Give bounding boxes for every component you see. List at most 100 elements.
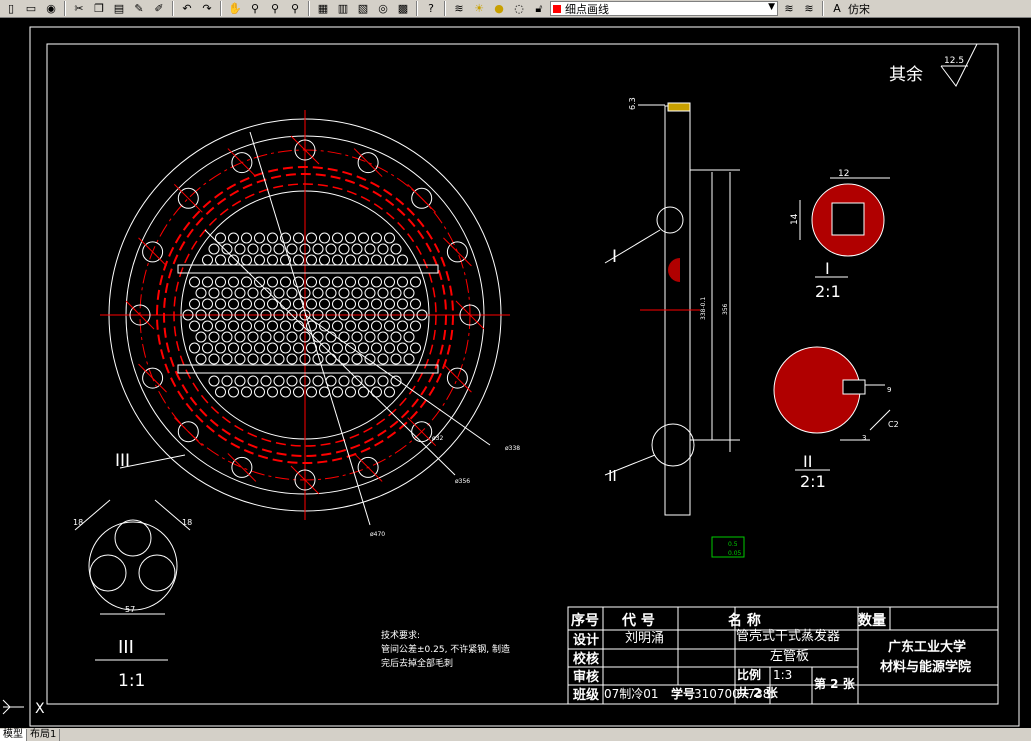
tube-hole [351, 375, 363, 387]
dim-c2-leader [869, 409, 891, 431]
tab-layout1[interactable]: 布局1 [27, 728, 61, 741]
tube-hole [254, 386, 265, 398]
layer-manager-icon[interactable]: ≋ [450, 1, 468, 17]
tube-hole [384, 232, 395, 244]
lock-icon[interactable]: 🔓︎ [530, 1, 548, 17]
undo-icon[interactable]: ↶ [178, 1, 196, 17]
bulb-icon[interactable]: ☀ [470, 1, 488, 17]
tube-sheet-front-view [100, 110, 510, 526]
drawing-canvas[interactable]: 其余 12.5 ø470 ø338 ø356 ø32 III 57 18 18 … [0, 18, 1031, 728]
tube-hole [358, 276, 369, 288]
tube-hole [351, 243, 363, 255]
brush-icon[interactable]: ✎ [130, 1, 148, 17]
tube-hole [312, 287, 324, 299]
tube-hole [280, 386, 291, 398]
tube-hole [267, 254, 278, 266]
tube-hole [384, 386, 395, 398]
tube-hole [202, 320, 213, 332]
new-icon[interactable]: ▯ [2, 1, 20, 17]
tube-hole [286, 287, 298, 299]
cut-icon[interactable]: ✂ [70, 1, 88, 17]
match-icon[interactable]: ✐ [150, 1, 168, 17]
tab-model[interactable]: 模型 [0, 728, 27, 741]
design-center-icon[interactable]: ▥ [334, 1, 352, 17]
layer-previous-icon[interactable]: ≋ [800, 1, 818, 17]
tube-hole [228, 320, 239, 332]
tube-hole [319, 276, 330, 288]
tube-hole [241, 232, 252, 244]
detail-II-circle [651, 423, 695, 467]
font-name[interactable]: 仿宋 [848, 1, 870, 17]
tube-hole [306, 386, 317, 398]
tube-hole [247, 353, 259, 365]
tube-hole [306, 232, 317, 244]
toolbar-separator [822, 1, 824, 16]
zoom-window-icon[interactable]: ⚲ [266, 1, 284, 17]
tube-hole [260, 375, 272, 387]
freeze-icon[interactable]: ◌ [510, 1, 528, 17]
tube-hole [338, 287, 350, 299]
tech-requirements-title: 技术要求: [381, 629, 420, 641]
tube-hole [195, 353, 207, 365]
tube-hole [384, 298, 395, 310]
pan-icon[interactable]: ✋ [226, 1, 244, 17]
tube-hole [280, 298, 291, 310]
dim-18b-label: 18 [182, 518, 192, 527]
sun-icon[interactable]: ● [490, 1, 508, 17]
chevron-down-icon: ▼ [768, 2, 775, 12]
properties-icon[interactable]: ▦ [314, 1, 332, 17]
calculator-icon[interactable]: ▩ [394, 1, 412, 17]
tube-hole [371, 386, 382, 398]
check-label: 校核 [573, 651, 599, 667]
review-label: 审核 [573, 669, 599, 685]
save-icon[interactable]: ◉ [42, 1, 60, 17]
redo-icon[interactable]: ↷ [198, 1, 216, 17]
open-icon[interactable]: ▭ [22, 1, 40, 17]
tube-hole [332, 298, 343, 310]
roughness-6-3: 6.3 [628, 97, 637, 110]
tube-hole [319, 232, 330, 244]
tube-hole [403, 331, 415, 343]
tube-hole [202, 342, 213, 354]
tube-hole [267, 276, 278, 288]
tech-requirements-line1: 管间公差±0.25, 不许紧钢, 制造 [381, 643, 510, 655]
tube-hole [286, 375, 298, 387]
markup-icon[interactable]: ◎ [374, 1, 392, 17]
tube-hole [338, 375, 350, 387]
tube-hole [293, 254, 304, 266]
detail-II-groove [842, 379, 866, 395]
tube-hole [254, 342, 265, 354]
tube-hole [390, 287, 402, 299]
tube-hole [332, 232, 343, 244]
make-current-icon[interactable]: ≋ [780, 1, 798, 17]
tool-palette-icon[interactable]: ▧ [354, 1, 372, 17]
copy-icon[interactable]: ❐ [90, 1, 108, 17]
tube-hole [195, 287, 207, 299]
tube-hole [306, 254, 317, 266]
paste-icon[interactable]: ▤ [110, 1, 128, 17]
tube-hole [403, 353, 415, 365]
text-style-icon[interactable]: A [828, 1, 846, 17]
zoom-realtime-icon[interactable]: ⚲ [246, 1, 264, 17]
tube-hole [358, 298, 369, 310]
sheet-number: 第 2 张 [814, 676, 856, 691]
tube-hole [306, 276, 317, 288]
detail-I-circle [656, 206, 684, 234]
tube-hole [273, 243, 285, 255]
tube-hole [189, 298, 200, 310]
help-icon[interactable]: ? [422, 1, 440, 17]
tube-hole [202, 298, 213, 310]
zoom-previous-icon[interactable]: ⚲ [286, 1, 304, 17]
tube-hole [371, 276, 382, 288]
detail-III [74, 499, 191, 661]
tolerance-value-2: 0.05 [728, 550, 742, 557]
dim-9-label: 9 [887, 386, 891, 394]
tube-hole [228, 342, 239, 354]
layer-dropdown[interactable]: 细点画线 ▼ [550, 1, 778, 16]
tech-requirements-line2: 完后去掉全部毛刺 [381, 657, 453, 669]
student-number: 3107007738 [694, 687, 770, 701]
tube-hole [215, 320, 226, 332]
detail-I [799, 177, 890, 278]
tube-hole [338, 243, 350, 255]
tube-hole [221, 375, 233, 387]
